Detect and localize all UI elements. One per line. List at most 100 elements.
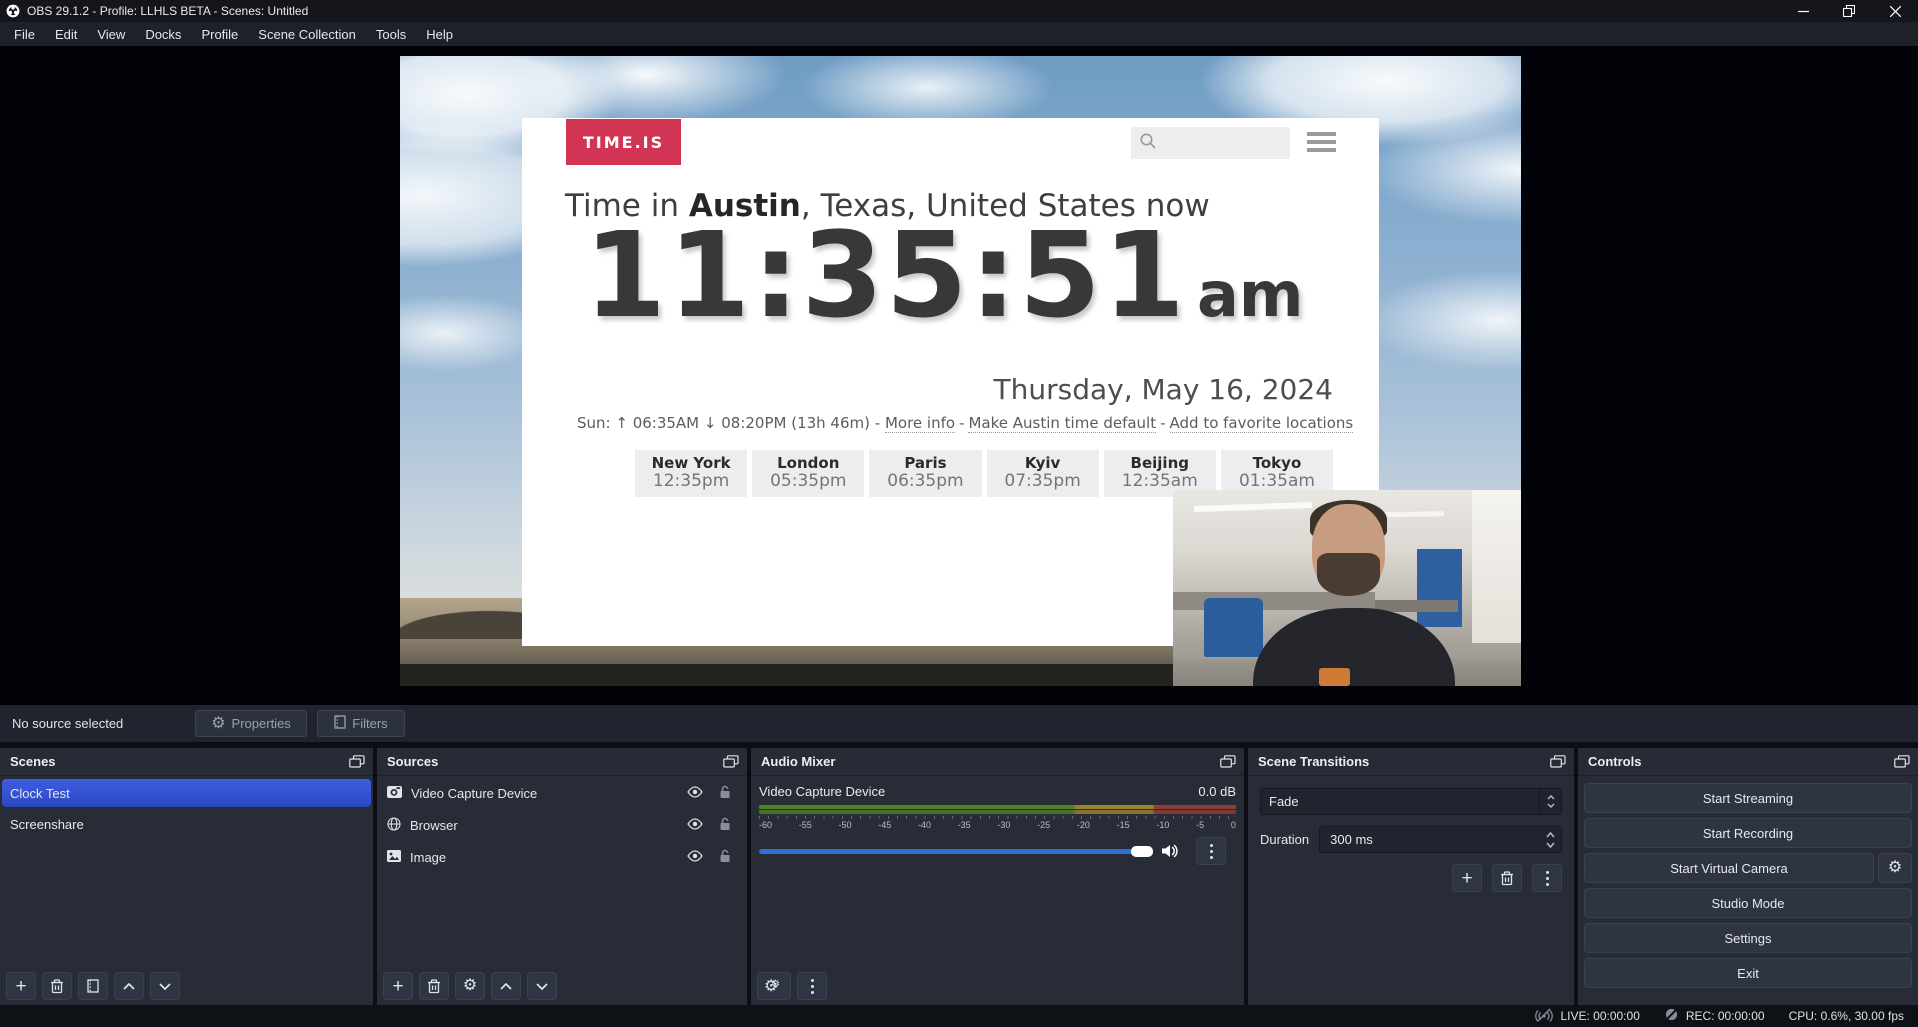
stream-inactive-icon xyxy=(1535,1008,1553,1025)
settings-button[interactable]: Settings xyxy=(1584,923,1912,953)
chevron-down-icon xyxy=(1546,842,1555,848)
more-info-link: More info xyxy=(885,414,955,433)
transition-select-arrows[interactable] xyxy=(1539,789,1561,814)
dual-gear-icon: ⚙ ⚙ xyxy=(764,977,784,995)
scene-transitions-title: Scene Transitions xyxy=(1258,754,1369,769)
kebab-menu-icon xyxy=(1210,844,1213,859)
move-scene-up-button[interactable] xyxy=(114,972,144,1000)
obs-logo-icon xyxy=(6,4,20,18)
menu-view[interactable]: View xyxy=(87,24,135,45)
eye-visible-icon[interactable] xyxy=(687,850,703,865)
duration-input[interactable]: 300 ms xyxy=(1319,826,1562,853)
menu-profile[interactable]: Profile xyxy=(191,24,248,45)
add-transition-button[interactable]: + xyxy=(1452,864,1482,892)
volume-slider-handle[interactable] xyxy=(1131,846,1153,857)
scene-filters-button[interactable] xyxy=(78,972,108,1000)
source-properties-button[interactable]: ⚙ xyxy=(455,972,485,1000)
trash-icon xyxy=(50,979,64,994)
popout-icon[interactable] xyxy=(1894,755,1910,768)
start-virtual-camera-button[interactable]: Start Virtual Camera xyxy=(1584,853,1874,883)
dock-area: Scenes Clock Test Screenshare + Sou xyxy=(0,748,1918,1005)
studio-mode-button[interactable]: Studio Mode xyxy=(1584,888,1912,918)
advanced-audio-properties-button[interactable]: ⚙ ⚙ xyxy=(757,972,791,1000)
gear-icon: ⚙ xyxy=(1888,860,1902,876)
scene-item-clock-test[interactable]: Clock Test xyxy=(2,779,371,807)
popout-icon[interactable] xyxy=(349,755,365,768)
live-time: LIVE: 00:00:00 xyxy=(1560,1009,1639,1023)
menu-edit[interactable]: Edit xyxy=(45,24,87,45)
scenes-title: Scenes xyxy=(10,754,56,769)
kebab-menu-icon xyxy=(1546,871,1549,886)
remove-source-button[interactable] xyxy=(419,972,449,1000)
search-icon xyxy=(1139,132,1157,154)
titlebar: OBS 29.1.2 - Profile: LLHLS BETA - Scene… xyxy=(0,0,1918,22)
menu-docks[interactable]: Docks xyxy=(135,24,191,45)
record-inactive-icon xyxy=(1664,1007,1679,1025)
camera-icon xyxy=(387,786,402,801)
popout-icon[interactable] xyxy=(1220,755,1236,768)
menu-scene-collection[interactable]: Scene Collection xyxy=(248,24,366,45)
chevron-down-icon xyxy=(159,983,171,990)
status-bar: LIVE: 00:00:00 REC: 00:00:00 CPU: 0.6%, … xyxy=(0,1005,1918,1027)
controls-title: Controls xyxy=(1588,754,1641,769)
scenes-panel: Scenes Clock Test Screenshare + xyxy=(0,748,373,1005)
globe-icon xyxy=(387,817,401,834)
properties-button[interactable]: ⚙ Properties xyxy=(195,710,307,737)
exit-button[interactable]: Exit xyxy=(1584,958,1912,988)
chevron-down-icon xyxy=(1547,803,1555,808)
move-source-up-button[interactable] xyxy=(491,972,521,1000)
scenes-panel-header: Scenes xyxy=(0,748,373,776)
sources-title: Sources xyxy=(387,754,438,769)
menu-file[interactable]: File xyxy=(4,24,45,45)
mixer-db-value: 0.0 dB xyxy=(1198,784,1236,799)
add-favorite-link: Add to favorite locations xyxy=(1170,414,1354,433)
move-source-down-button[interactable] xyxy=(527,972,557,1000)
preview-area: TIME.IS Time in Austin, Texas, United St… xyxy=(0,46,1918,705)
gear-icon: ⚙ xyxy=(211,716,225,732)
source-row-image[interactable]: Image xyxy=(377,843,747,872)
popout-icon[interactable] xyxy=(723,755,739,768)
webcam-overlay xyxy=(1173,490,1521,686)
transition-select[interactable]: Fade xyxy=(1260,788,1562,815)
mixer-channel-menu-button[interactable] xyxy=(1196,837,1226,865)
minimize-button[interactable] xyxy=(1780,0,1826,22)
add-scene-button[interactable]: + xyxy=(6,972,36,1000)
add-source-button[interactable]: + xyxy=(383,972,413,1000)
remove-transition-button[interactable] xyxy=(1492,864,1522,892)
lock-icon[interactable] xyxy=(719,849,731,866)
restore-button[interactable] xyxy=(1826,0,1872,22)
eye-visible-icon[interactable] xyxy=(687,818,703,833)
mixer-menu-button[interactable] xyxy=(797,972,827,1000)
controls-header: Controls xyxy=(1578,748,1918,776)
lock-icon[interactable] xyxy=(719,785,731,802)
menu-tools[interactable]: Tools xyxy=(366,24,416,45)
volume-slider[interactable] xyxy=(759,849,1151,854)
scene-item-screenshare[interactable]: Screenshare xyxy=(2,810,371,838)
source-row-video-capture[interactable]: Video Capture Device xyxy=(377,779,747,808)
move-scene-down-button[interactable] xyxy=(150,972,180,1000)
lock-icon[interactable] xyxy=(719,817,731,834)
sources-panel: Sources Video Capture Device Browser Ima… xyxy=(377,748,747,1005)
trash-icon xyxy=(1500,871,1514,886)
gear-icon: ⚙ xyxy=(463,978,477,994)
filters-button[interactable]: Filters xyxy=(317,710,405,737)
virtual-camera-settings-button[interactable]: ⚙ xyxy=(1878,853,1912,883)
remove-scene-button[interactable] xyxy=(42,972,72,1000)
meter-tick-marks xyxy=(759,816,1236,819)
duration-spin-arrows[interactable] xyxy=(1546,827,1555,852)
source-row-browser[interactable]: Browser xyxy=(377,811,747,840)
filter-icon xyxy=(334,715,346,732)
popout-icon[interactable] xyxy=(1550,755,1566,768)
start-streaming-button[interactable]: Start Streaming xyxy=(1584,783,1912,813)
transition-properties-button[interactable] xyxy=(1532,864,1562,892)
no-source-selected-label: No source selected xyxy=(12,716,123,731)
speaker-icon[interactable] xyxy=(1161,843,1180,859)
program-canvas[interactable]: TIME.IS Time in Austin, Texas, United St… xyxy=(400,56,1521,686)
audio-mixer-header: Audio Mixer xyxy=(751,748,1244,776)
scenes-toolbar: + xyxy=(6,972,180,1000)
close-button[interactable] xyxy=(1872,0,1918,22)
menu-help[interactable]: Help xyxy=(416,24,463,45)
eye-visible-icon[interactable] xyxy=(687,786,703,801)
chevron-up-icon xyxy=(123,983,135,990)
start-recording-button[interactable]: Start Recording xyxy=(1584,818,1912,848)
